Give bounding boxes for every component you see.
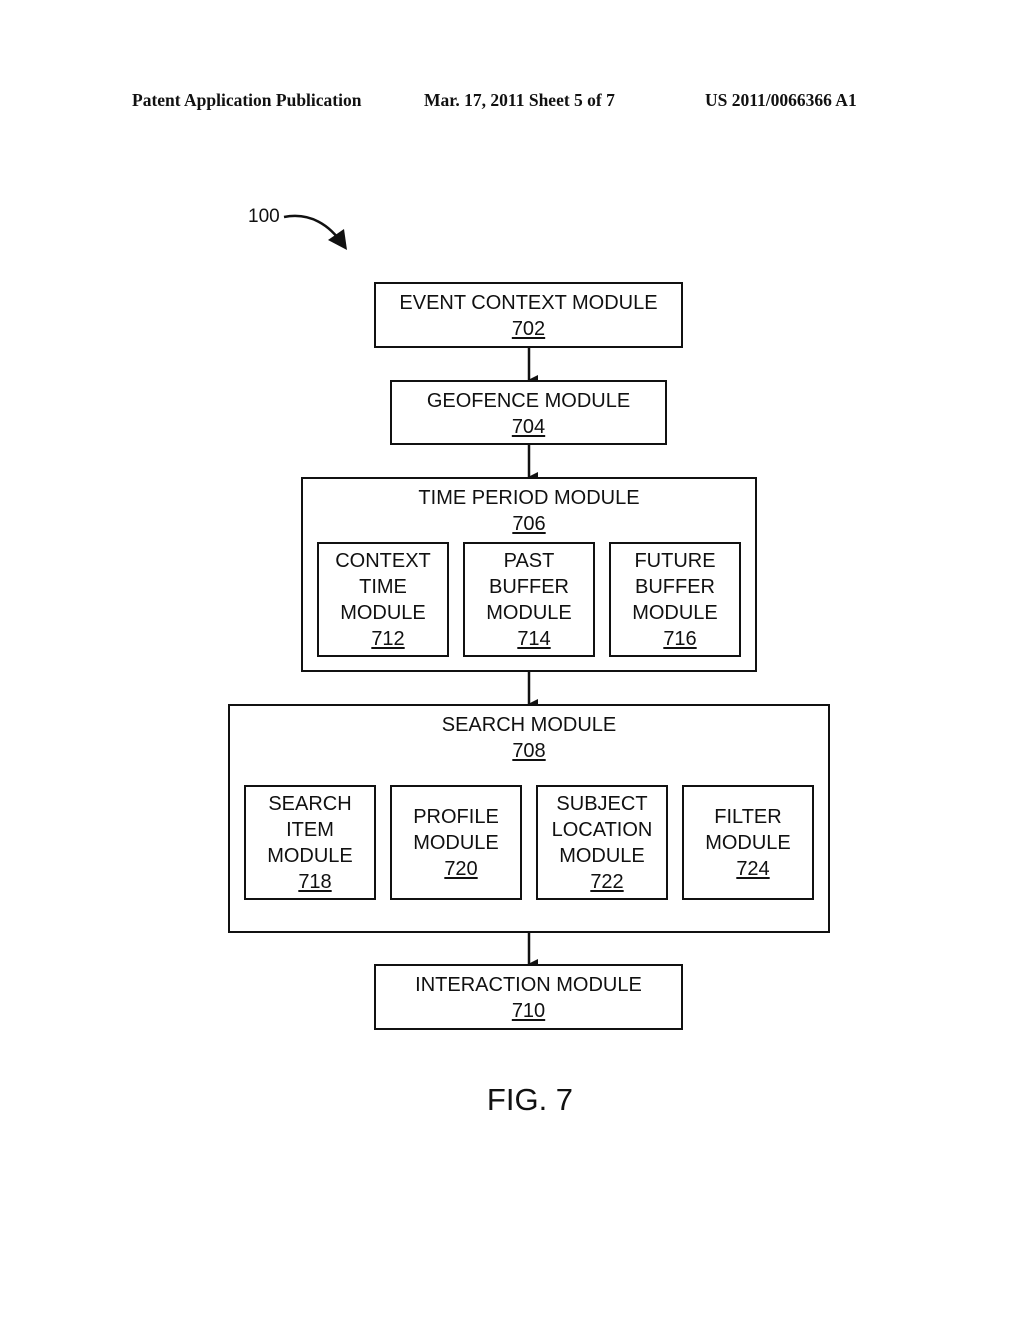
module-ref: 708 <box>512 740 546 762</box>
future-buffer-module: FUTURE BUFFER MODULE 716 <box>609 542 741 657</box>
subject-location-module: SUBJECT LOCATION MODULE 722 <box>536 785 668 900</box>
module-label: SEARCH ITEM MODULE <box>267 792 353 867</box>
profile-module: PROFILE MODULE 720 <box>390 785 522 900</box>
module-label: PROFILE MODULE <box>413 805 499 854</box>
filter-module: FILTER MODULE 724 <box>682 785 814 900</box>
publication-title: Patent Application Publication <box>132 90 362 110</box>
module-label: FILTER MODULE <box>705 805 791 854</box>
module-ref: 704 <box>511 416 546 438</box>
module-label: PAST BUFFER MODULE <box>486 549 572 624</box>
module-ref: 702 <box>511 318 546 340</box>
module-ref: 714 <box>517 627 551 650</box>
module-ref: 718 <box>298 870 332 893</box>
module-ref: 722 <box>590 870 624 893</box>
module-label: FUTURE BUFFER MODULE <box>632 549 718 624</box>
module-ref: 716 <box>663 627 697 650</box>
module-label: SUBJECT LOCATION MODULE <box>551 792 653 867</box>
interaction-module: INTERACTION MODULE 710 <box>374 964 683 1030</box>
module-ref: 720 <box>444 857 478 880</box>
module-label: GEOFENCE MODULE <box>426 390 631 412</box>
past-buffer-module: PAST BUFFER MODULE 714 <box>463 542 595 657</box>
search-item-module: SEARCH ITEM MODULE 718 <box>244 785 376 900</box>
event-context-module: EVENT CONTEXT MODULE 702 <box>374 282 683 348</box>
publication-number: US 2011/0066366 A1 <box>705 90 857 110</box>
module-label: SEARCH MODULE <box>441 714 617 736</box>
module-label: INTERACTION MODULE <box>415 974 642 996</box>
module-ref: 706 <box>512 513 546 535</box>
module-label: TIME PERIOD MODULE <box>418 487 640 509</box>
module-ref: 712 <box>371 627 405 650</box>
geofence-module: GEOFENCE MODULE 704 <box>390 380 667 445</box>
module-label: CONTEXT TIME MODULE <box>335 549 431 624</box>
system-reference-label: 100 <box>248 206 280 227</box>
reference-100-arrow <box>283 214 345 246</box>
module-ref: 710 <box>511 1000 546 1022</box>
context-time-module: CONTEXT TIME MODULE 712 <box>317 542 449 657</box>
figure-label: FIG. 7 <box>486 1082 574 1117</box>
publication-date-sheet: Mar. 17, 2011 Sheet 5 of 7 <box>424 90 615 110</box>
module-label: EVENT CONTEXT MODULE <box>399 292 658 314</box>
module-ref: 724 <box>736 857 770 880</box>
reference-100-arrowhead <box>328 229 347 250</box>
